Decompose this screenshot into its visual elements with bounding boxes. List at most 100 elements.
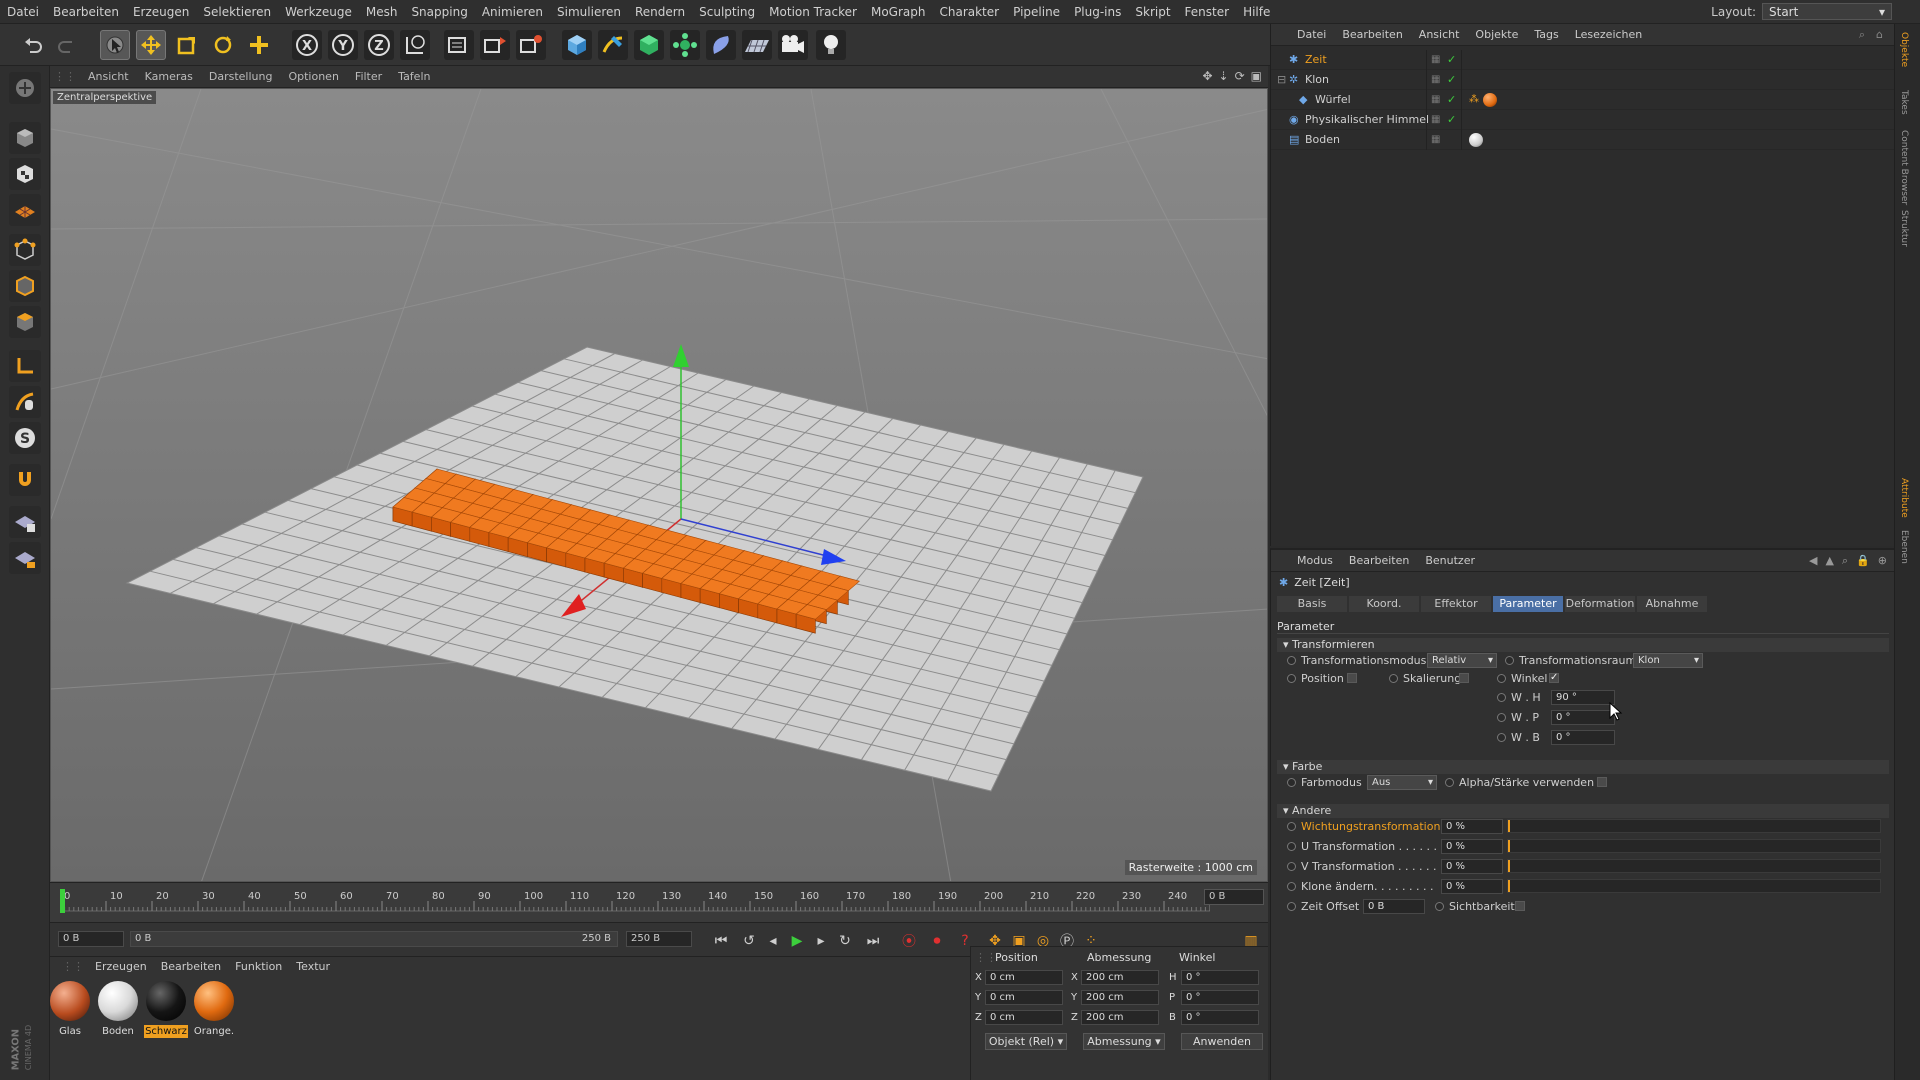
anim-radio[interactable]	[1497, 733, 1506, 742]
move-tool-button[interactable]	[136, 30, 166, 60]
color-mode-dropdown[interactable]: Aus ▾	[1367, 775, 1437, 790]
object-row-wuerfel[interactable]: ◆ Würfel ▦ ✓ ⁂	[1271, 89, 1895, 110]
anim-radio[interactable]	[1287, 842, 1296, 851]
camera-button[interactable]	[778, 30, 808, 60]
obj-menu-datei[interactable]: Datei	[1289, 28, 1334, 41]
autokey-button[interactable]: ⏺	[926, 930, 948, 952]
object-row-physikalischer-himmel[interactable]: ◉ Physikalischer Himmel ▦ ✓	[1271, 109, 1895, 130]
menu-simulieren[interactable]: Simulieren	[550, 5, 628, 19]
coord-mode-dropdown[interactable]: Objekt (Rel) ▾	[985, 1033, 1067, 1050]
pan-view-icon[interactable]: ✥	[1202, 69, 1212, 83]
axis-mode-button[interactable]	[9, 350, 41, 382]
spline-pen-button[interactable]	[598, 30, 628, 60]
obj-menu-lesezeichen[interactable]: Lesezeichen	[1567, 28, 1651, 41]
anim-radio[interactable]	[1287, 656, 1296, 665]
nurbs-button[interactable]	[634, 30, 664, 60]
anim-radio[interactable]	[1287, 902, 1296, 911]
vtab-layers[interactable]: Ebenen	[1899, 530, 1909, 564]
pos-z-field[interactable]: 0 cm	[985, 1010, 1063, 1025]
rotate-tool-button[interactable]	[208, 30, 238, 60]
viewport-menu-optionen[interactable]: Optionen	[280, 70, 346, 83]
menu-pipeline[interactable]: Pipeline	[1006, 5, 1067, 19]
search-icon[interactable]: ⌕	[1842, 554, 1848, 568]
workplane-snap-button[interactable]	[9, 542, 41, 574]
attr-menu-benutzer[interactable]: Benutzer	[1417, 554, 1483, 567]
go-to-end-button[interactable]: ⏭	[862, 930, 884, 952]
menu-fenster[interactable]: Fenster	[1178, 5, 1237, 19]
tab-koord[interactable]: Koord.	[1349, 596, 1419, 612]
v-transform-slider[interactable]	[1507, 859, 1881, 873]
anim-radio[interactable]	[1287, 862, 1296, 871]
timeline-playhead[interactable]	[60, 889, 65, 913]
menu-sculpting[interactable]: Sculpting	[692, 5, 762, 19]
u-transform-field[interactable]: 0 %	[1441, 839, 1503, 854]
anim-radio[interactable]	[1389, 674, 1398, 683]
anim-radio[interactable]	[1435, 902, 1444, 911]
size-y-field[interactable]: 200 cm	[1081, 990, 1159, 1005]
dolly-view-icon[interactable]: ⇣	[1219, 69, 1229, 83]
section-farbe[interactable]: ▾ Farbe	[1277, 760, 1889, 774]
add-cube-button[interactable]	[562, 30, 592, 60]
obj-menu-ansicht[interactable]: Ansicht	[1411, 28, 1468, 41]
lock-icon[interactable]: 🔒	[1856, 554, 1870, 568]
attr-menu-modus[interactable]: Modus	[1289, 554, 1341, 567]
obj-menu-tags[interactable]: Tags	[1526, 28, 1566, 41]
anim-radio[interactable]	[1445, 778, 1454, 787]
transform-space-dropdown[interactable]: Klon ▾	[1633, 653, 1703, 668]
layer-icon[interactable]: ▦	[1431, 114, 1440, 125]
apply-button[interactable]: Anwenden	[1181, 1033, 1263, 1050]
viewport-3d[interactable]: Zentralperspektive Rasterweite : 1000 cm	[50, 88, 1268, 882]
preview-range-slider[interactable]: 0 B 250 B	[130, 931, 618, 947]
z-axis-lock-button[interactable]: Z	[364, 30, 394, 60]
deformer-button[interactable]	[706, 30, 736, 60]
phong-tag-icon[interactable]: ⁂	[1469, 94, 1479, 105]
up-arrow-icon[interactable]: ▲	[1825, 554, 1833, 568]
clone-change-slider[interactable]	[1507, 879, 1881, 893]
prev-key-button[interactable]: ↺	[738, 930, 760, 952]
y-axis-lock-button[interactable]: Y	[328, 30, 358, 60]
render-settings-button[interactable]	[516, 30, 546, 60]
material-menu-erzeugen[interactable]: Erzeugen	[88, 960, 154, 973]
vtab-structure[interactable]: Struktur	[1899, 210, 1909, 247]
render-picture-button[interactable]	[480, 30, 510, 60]
menu-animieren[interactable]: Animieren	[475, 5, 550, 19]
end-frame-field[interactable]: 250 B	[626, 931, 692, 947]
pos-x-field[interactable]: 0 cm	[985, 970, 1063, 985]
workplane-grid-button[interactable]	[9, 194, 41, 226]
position-checkbox[interactable]	[1347, 673, 1357, 683]
menu-erzeugen[interactable]: Erzeugen	[126, 5, 196, 19]
rot-h-field[interactable]: 0 °	[1181, 970, 1259, 985]
timeline-ruler[interactable]: 0 10 20 30 40 50 60 70 80 90 100 110 120 130 140 150 160…	[50, 882, 1268, 922]
material-tag-icon[interactable]	[1483, 93, 1497, 107]
points-mode-button[interactable]	[9, 234, 41, 266]
material-tag-icon[interactable]	[1469, 133, 1483, 147]
viewport-menu-filter[interactable]: Filter	[347, 70, 390, 83]
obj-menu-bearbeiten[interactable]: Bearbeiten	[1334, 28, 1410, 41]
viewport-menu-darstellung[interactable]: Darstellung	[201, 70, 281, 83]
menu-mograph[interactable]: MoGraph	[864, 5, 933, 19]
anim-radio[interactable]	[1287, 822, 1296, 831]
floor-button[interactable]	[742, 30, 772, 60]
tab-parameter[interactable]: Parameter	[1493, 596, 1563, 612]
wp-field[interactable]: 0 °	[1551, 710, 1615, 725]
texture-mode-button[interactable]	[9, 158, 41, 190]
tweak-mode-button[interactable]	[9, 386, 41, 418]
next-frame-button[interactable]: ▸	[810, 930, 832, 952]
select-tool-button[interactable]	[100, 30, 130, 60]
redo-button[interactable]	[52, 30, 82, 60]
light-button[interactable]	[816, 30, 846, 60]
obj-menu-objekte[interactable]: Objekte	[1467, 28, 1526, 41]
layer-icon[interactable]: ▦	[1431, 74, 1440, 85]
scale-checkbox[interactable]	[1459, 673, 1469, 683]
pos-y-field[interactable]: 0 cm	[985, 990, 1063, 1005]
layer-icon[interactable]: ▦	[1431, 54, 1440, 65]
alpha-checkbox[interactable]	[1597, 777, 1607, 787]
maximize-view-icon[interactable]: ▣	[1251, 69, 1262, 83]
menu-plugins[interactable]: Plug-ins	[1067, 5, 1128, 19]
viewport-menu-ansicht[interactable]: Ansicht	[80, 70, 137, 83]
menu-rendern[interactable]: Rendern	[628, 5, 692, 19]
enabled-check-icon[interactable]: ✓	[1447, 73, 1456, 86]
back-arrow-icon[interactable]: ◀	[1809, 554, 1817, 568]
rot-p-field[interactable]: 0 °	[1181, 990, 1259, 1005]
anim-radio[interactable]	[1497, 674, 1506, 683]
